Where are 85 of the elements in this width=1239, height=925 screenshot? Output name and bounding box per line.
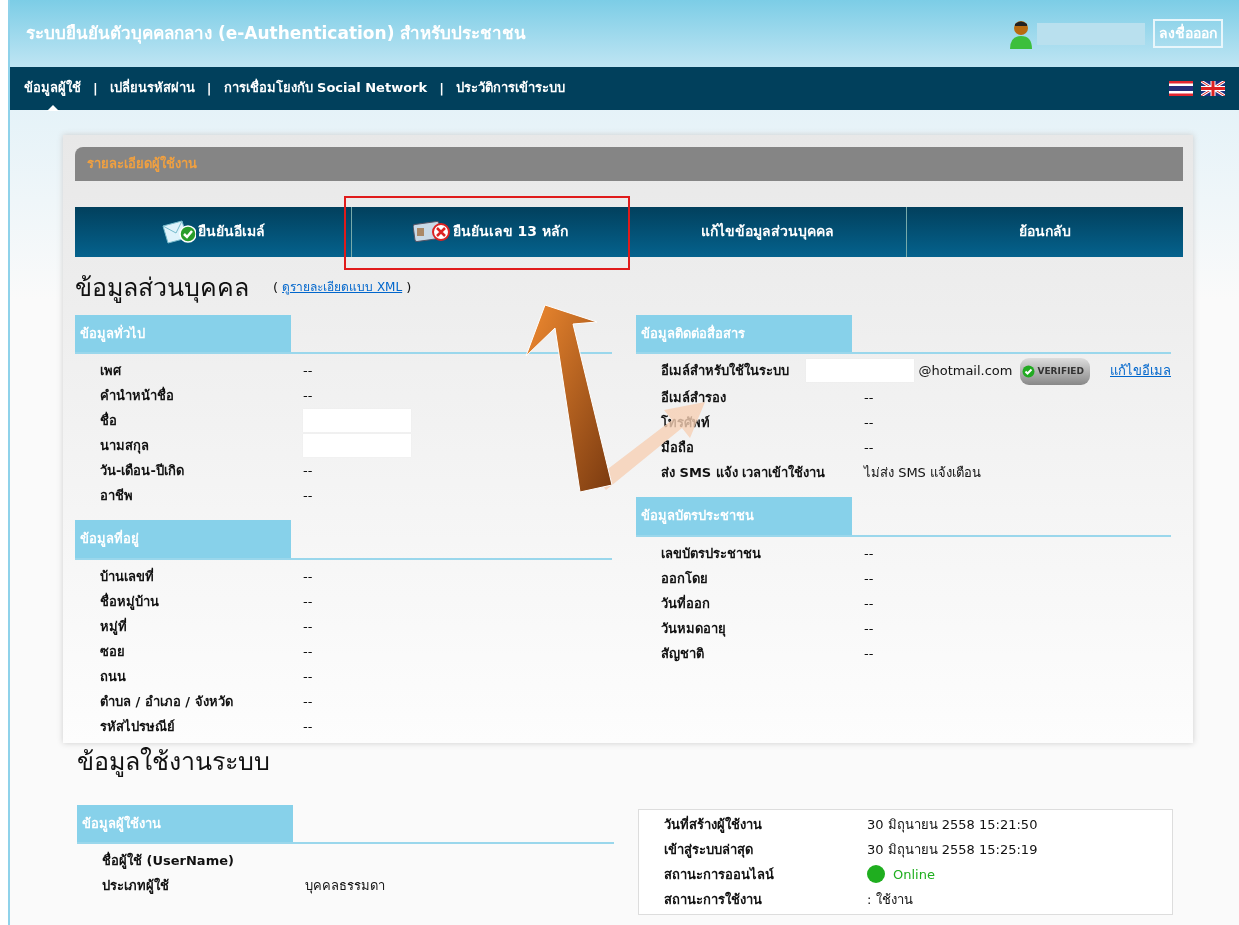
action-tab[interactable]: แก้ไขข้อมูลส่วนบุคคล [629,206,907,257]
section-title: ข้อมูลผู้ใช้งาน [77,804,293,842]
field-label: วัน-เดือน-ปีเกิด [100,462,185,480]
field-label: ชื่อ [100,410,118,430]
field-label: หมู่ที่ [100,616,128,637]
xml-link[interactable]: ดูรายละเอียดแบบ XML [282,277,403,298]
field-label: เข้าสู่ระบบล่าสุด [664,840,754,860]
panel-title: รายละเอียดผู้ใช้งาน [75,147,1183,181]
section-heading: ข้อมูลส่วนบุคคล [75,272,249,303]
menu-link[interactable]: ข้อมูลผู้ใช้ [24,66,81,111]
action-tab[interactable]: ยืนยันอีเมล์ [75,206,353,257]
menu-separator: | [439,79,444,98]
edit-email-link[interactable]: แก้ไขอีเมล [1110,358,1171,383]
menu-separator: | [93,79,98,98]
menu-link[interactable]: ประวัติการเข้าระบบ [455,66,565,111]
menu-separator: | [206,79,212,98]
field-value: -- [864,644,874,663]
field-label: บ้านเลขที่ [100,566,155,586]
field-value: -- [303,487,313,505]
field-value: -- [864,439,874,457]
field-value: -- [303,387,313,405]
field-label: ประเภทผู้ใช้ [102,876,170,896]
user-icon [1009,18,1033,49]
field-label: สถานะการออนไลน์ [664,865,775,884]
section-title: ข้อมูลติดต่อสื่อสาร [636,314,852,352]
field-value: -- [864,544,874,563]
field-value: ไม่ส่ง SMS แจ้งเตือน [864,464,981,482]
uk-flag-icon [1201,81,1225,96]
field-value: -- [303,692,313,711]
field-value: -- [303,462,313,480]
section-title: ข้อมูลบัตรประชาชน [636,497,852,535]
field-label: วันที่ออก [661,593,711,613]
field-label: อีเมล์สำหรับใช้ในระบบ [661,361,790,380]
field-value: -- [303,667,313,686]
thai-flag-icon [1169,81,1193,96]
field-label: เลขบัตรประชาชน [661,544,762,563]
field-value: -- [303,592,313,611]
section-title: ข้อมูลที่อยู่ [75,520,291,558]
field-label: อีเมล์สำรอง [661,389,727,407]
field-label: มือถือ [661,439,695,457]
bracket: ( [273,278,279,297]
field-value: -- [303,642,313,661]
field-label: นามสกุล [100,437,150,456]
field-label: ส่ง SMS แจ้ง เวลาเข้าใช้งาน [661,463,827,482]
field-value: -- [303,362,313,380]
field-value: -- [864,389,874,407]
field-label: วันที่สร้างผู้ใช้งาน [664,814,763,835]
field-label: สัญชาติ [661,644,705,664]
bracket: ) [406,278,412,297]
field-value: 30 มิถุนายน 2558 15:25:19 [867,840,1038,860]
field-label: รหัสไปรษณีย์ [100,717,176,736]
field-value: -- [864,594,874,613]
field-label: ชื่อหมู่บ้าน [100,591,160,612]
field-value: -- [303,717,313,736]
field-label: อาชีพ [100,487,134,505]
field-value: -- [864,619,874,638]
action-tab[interactable]: ยืนยันเลข 13 หลัก [352,206,630,257]
menu-link[interactable]: เปลี่ยนรหัสผ่าน [109,66,195,111]
field-value: -- [864,414,874,432]
field-label: ซอย [100,642,126,661]
field-label: วันหมดอายุ [661,619,727,639]
field-value: : ใช้งาน [867,890,913,909]
envelope-check-icon [161,219,196,244]
field-value: -- [303,567,313,586]
field-value: บุคคลธรรมดา [305,877,385,896]
field-label: คำนำหน้าชื่อ [100,385,175,405]
verified-badge: VERIFIED [1020,358,1090,385]
field-value: -- [303,617,313,636]
field-value: -- [864,569,874,588]
field-label: ตำบล / อำเภอ / จังหวัด [100,692,234,711]
page-title: ระบบยืนยันตัวบุคคลกลาง (e-Authentication) สำหรับประชาชน [26,21,528,46]
field-label: ออกโดย [661,569,709,588]
section-title: ข้อมูลทั่วไป [75,314,291,352]
status-text: Online [893,865,935,884]
field-label: เพศ [100,362,123,380]
field-label: โทรศัพท์ [661,414,711,432]
field-value: 30 มิถุนายน 2558 15:21:50 [867,815,1038,835]
menu-link[interactable]: การเชื่อมโยงกับ Social Network [223,66,428,111]
action-tab[interactable]: ย้อนกลับ [906,206,1183,257]
email-domain: @hotmail.com [918,362,1013,380]
section-heading: ข้อมูลใช้งานระบบ [77,746,271,777]
field-label: สถานะการใช้งาน [664,890,763,909]
field-label: ชื่อผู้ใช้ (UserName) [102,850,235,871]
field-label: ถนน [100,667,127,686]
card-cross-icon [412,219,451,244]
